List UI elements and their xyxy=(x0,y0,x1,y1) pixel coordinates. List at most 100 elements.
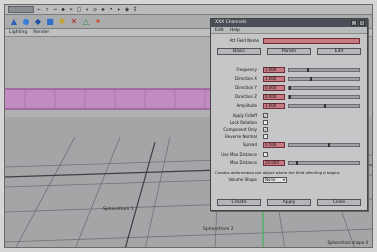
volume-shape-dropdown[interactable]: None xyxy=(263,177,287,183)
tool-icon[interactable]: ↑ xyxy=(44,6,50,13)
slider-handle[interactable] xyxy=(296,161,298,165)
check-label: Reverse Normal xyxy=(225,134,257,139)
check-row: Reverse Normal xyxy=(211,134,367,140)
dialog-title: XXX Channels xyxy=(215,20,247,25)
spread-slider[interactable] xyxy=(288,143,360,147)
viewport-tab[interactable]: Render xyxy=(33,30,49,35)
check-label: Component Only xyxy=(223,127,257,132)
tool-icon[interactable]: ‡ xyxy=(132,6,138,13)
max-distance-field[interactable]: 20.000 xyxy=(263,160,285,166)
tool-icon[interactable]: ◉ xyxy=(124,6,130,13)
shelf-icon[interactable]: ■ xyxy=(45,17,55,27)
menu-edit[interactable]: Edit xyxy=(215,27,224,33)
slider-handle[interactable] xyxy=(327,143,330,147)
check-row: Lock Rotation xyxy=(211,120,367,126)
component-only-checkbox[interactable]: ✓ xyxy=(263,127,268,132)
shelf-icon[interactable]: ◆ xyxy=(33,17,43,27)
param-field[interactable]: 1.000 xyxy=(263,103,285,109)
param-slider[interactable] xyxy=(288,104,360,108)
check-row: Component Only ✓ xyxy=(211,127,367,133)
close-button[interactable]: Close xyxy=(317,199,361,206)
use-max-row: Use Max Distance xyxy=(211,152,367,158)
tool-icon[interactable]: • xyxy=(108,6,114,13)
param-field[interactable]: 1.000 xyxy=(263,76,285,82)
name-label: Att Field Name xyxy=(229,38,259,43)
shelf-icon[interactable]: △ xyxy=(81,17,91,27)
create-button[interactable]: Create xyxy=(217,199,261,206)
name-row: Att Field Name xyxy=(211,38,367,44)
apply-falloff-checkbox[interactable]: ✓ xyxy=(263,113,268,118)
object-label: Spherefrom 2 xyxy=(203,227,234,232)
param-row: Direction Z 0.000 xyxy=(211,94,367,100)
spread-field[interactable]: 0.500 xyxy=(263,142,285,148)
slider-handle[interactable] xyxy=(310,77,312,81)
check-label: Apply Falloff xyxy=(232,113,257,118)
tool-icon[interactable]: ◆ xyxy=(60,6,66,13)
close-icon[interactable]: × xyxy=(359,20,365,26)
shelf-icon[interactable]: ✱ xyxy=(57,17,67,27)
param-slider[interactable] xyxy=(288,77,360,81)
name-field[interactable] xyxy=(263,38,360,44)
help-note: Creates deformation per object where the… xyxy=(215,170,340,175)
channel-dialog: XXX Channels _ × Edit Help Att Field Nam… xyxy=(210,18,368,211)
lock-rotation-checkbox[interactable] xyxy=(263,120,268,125)
max-distance-label: Max Distance xyxy=(229,160,257,165)
param-label: Direction Z xyxy=(234,94,257,99)
tool-icon[interactable]: □ xyxy=(76,6,82,13)
shelf-icon[interactable]: ✕ xyxy=(69,17,79,27)
param-row: Frequency 1.000 xyxy=(211,67,367,73)
param-slider[interactable] xyxy=(288,68,360,72)
status-line: ← ↑ → ◆ ✕ □ ✦ ◇ ◈ • ▸ ◉ ‡ xyxy=(5,5,372,15)
check-row: Apply Falloff ✓ xyxy=(211,113,367,119)
tool-icon[interactable]: ◈ xyxy=(100,6,106,13)
slider-handle[interactable] xyxy=(289,95,291,99)
viewport-tab[interactable]: Lighting xyxy=(9,30,27,35)
shelf-icon[interactable]: ▲ xyxy=(9,17,19,27)
param-label: Direction X xyxy=(234,76,257,81)
slider-handle[interactable] xyxy=(306,68,309,72)
param-label: Amplitude xyxy=(236,103,258,108)
use-max-checkbox[interactable] xyxy=(263,152,268,157)
shelf-icon[interactable]: ✶ xyxy=(93,17,103,27)
shelf-icon[interactable]: ● xyxy=(21,17,31,27)
apply-button[interactable]: Apply xyxy=(267,199,311,206)
volume-label: Volume Shape xyxy=(228,177,257,182)
spread-label: Spread xyxy=(242,142,257,147)
tool-icon[interactable]: ✕ xyxy=(68,6,74,13)
use-max-label: Use Max Distance xyxy=(221,152,257,157)
tab-edit[interactable]: Edit xyxy=(317,48,361,55)
param-row: Direction Y 0.000 xyxy=(211,85,367,91)
param-label: Direction Y xyxy=(235,85,257,90)
slider-handle[interactable] xyxy=(324,104,326,108)
check-label: Lock Rotation xyxy=(229,120,257,125)
menu-help[interactable]: Help xyxy=(230,27,240,33)
tool-icon[interactable]: ▸ xyxy=(116,6,122,13)
menu-set-selector[interactable] xyxy=(8,6,34,13)
spread-row: Spread 0.500 xyxy=(211,142,367,148)
app-window: ← ↑ → ◆ ✕ □ ✦ ◇ ◈ • ▸ ◉ ‡ ▲ ● ◆ ■ ✱ ✕ △ … xyxy=(4,4,373,248)
param-field[interactable]: 1.000 xyxy=(263,67,285,73)
param-row: Amplitude 1.000 xyxy=(211,103,367,109)
param-slider[interactable] xyxy=(288,95,360,99)
minimize-icon[interactable]: _ xyxy=(351,20,357,26)
param-label: Frequency xyxy=(236,67,257,72)
object-label: Spherefrom 1 xyxy=(103,207,134,212)
param-row: Direction X 1.000 xyxy=(211,76,367,82)
dialog-menubar: Edit Help xyxy=(211,27,367,34)
reverse-normal-checkbox[interactable] xyxy=(263,134,268,139)
tool-icon[interactable]: → xyxy=(52,6,58,13)
tab-param[interactable]: Param xyxy=(267,48,311,55)
param-field[interactable]: 0.000 xyxy=(263,85,285,91)
tool-icon[interactable]: ✦ xyxy=(84,6,90,13)
param-field[interactable]: 0.000 xyxy=(263,94,285,100)
param-slider[interactable] xyxy=(288,86,360,90)
slider-handle[interactable] xyxy=(289,86,291,90)
dialog-titlebar[interactable]: XXX Channels _ × xyxy=(211,19,367,27)
tool-icon[interactable]: ← xyxy=(36,6,42,13)
tab-basic[interactable]: Basic xyxy=(217,48,261,55)
status-text: Spherefrom shape 4 xyxy=(327,240,368,245)
tool-icon[interactable]: ◇ xyxy=(92,6,98,13)
max-distance-row: Max Distance 20.000 xyxy=(211,160,367,166)
max-distance-slider[interactable] xyxy=(288,161,360,165)
volume-row: Volume Shape None xyxy=(211,177,367,183)
